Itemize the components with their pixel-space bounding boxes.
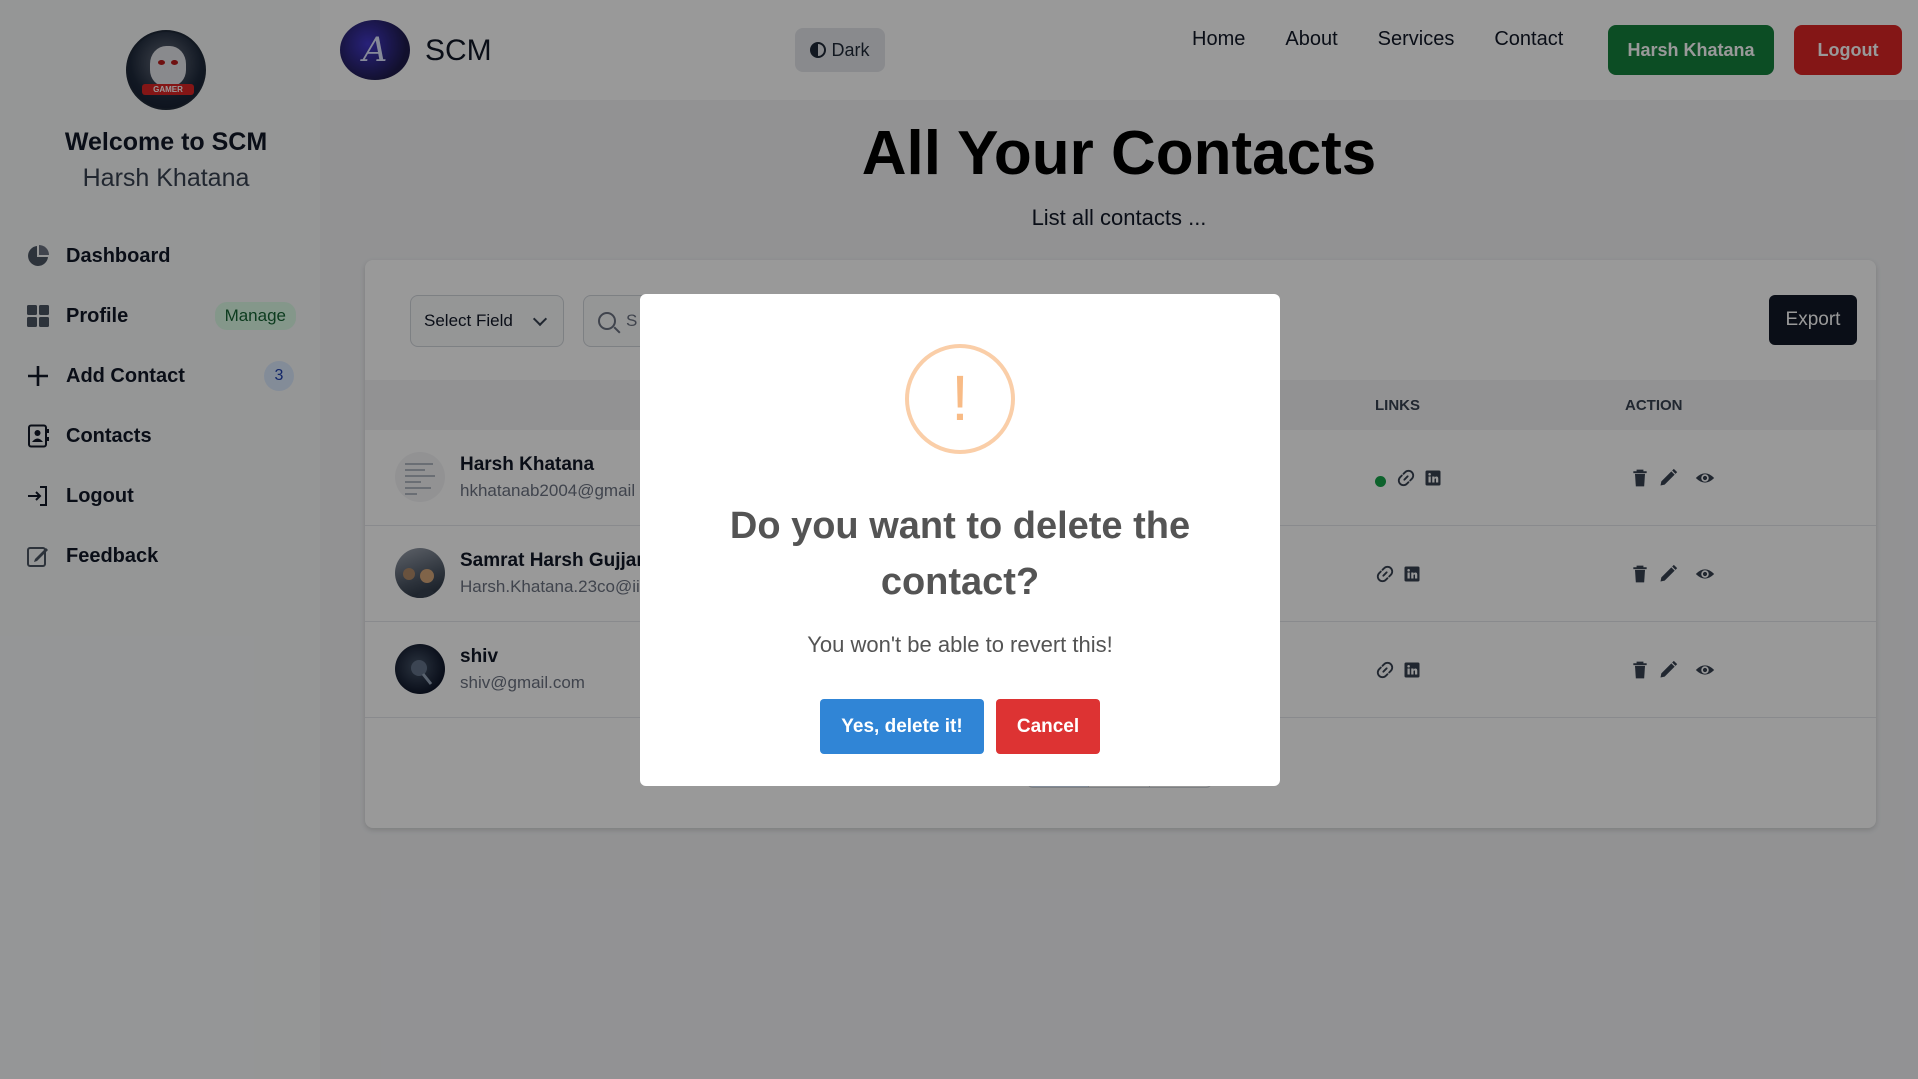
confirm-delete-button[interactable]: Yes, delete it!: [820, 699, 984, 754]
dialog-text: You won't be able to revert this!: [807, 632, 1113, 657]
cancel-button[interactable]: Cancel: [996, 699, 1100, 754]
dialog-title: Do you want to delete the contact?: [729, 505, 1191, 603]
delete-confirm-dialog: ! Do you want to delete the contact? You…: [640, 294, 1280, 786]
warning-icon: !: [905, 344, 1015, 454]
